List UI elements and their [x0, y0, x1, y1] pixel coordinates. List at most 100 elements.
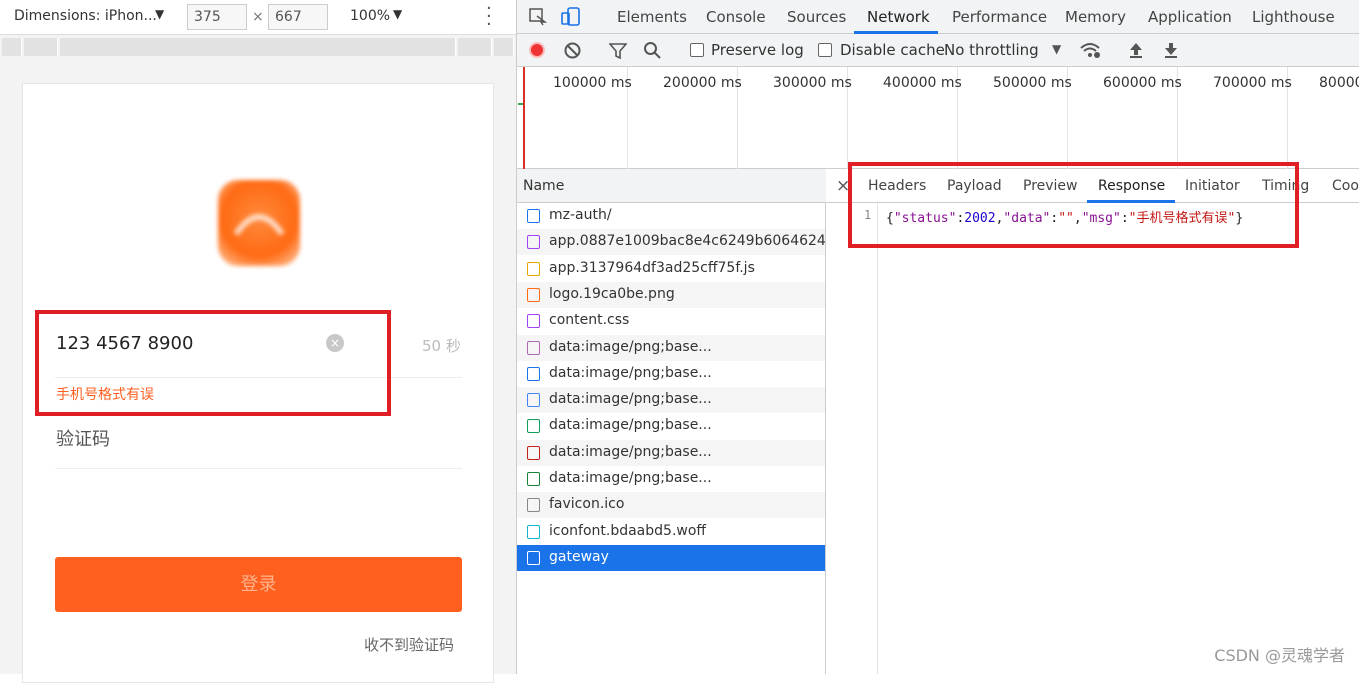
name-column-header[interactable]: Name	[517, 169, 826, 203]
disable-cache-label: Disable cache	[840, 41, 945, 59]
request-row[interactable]: data:image/png;base...	[517, 413, 825, 439]
request-name: logo.19ca0be.png	[549, 286, 675, 302]
highlight-box	[35, 310, 391, 416]
timeline-tick: 600000 ms	[1103, 75, 1182, 91]
chevron-down-icon[interactable]: ▼	[155, 7, 164, 21]
width-input[interactable]: 375	[187, 4, 247, 30]
request-name: app.0887e1009bac8e4c6249b6064624...	[549, 233, 825, 249]
download-icon[interactable]	[1163, 41, 1179, 59]
device-toggle-icon[interactable]	[561, 7, 581, 27]
upload-icon[interactable]	[1128, 41, 1144, 59]
request-bar	[518, 103, 523, 105]
request-name: mz-auth/	[549, 207, 612, 223]
divider	[55, 468, 462, 469]
image-icon	[527, 446, 540, 460]
logo-icon	[218, 180, 300, 266]
request-row[interactable]: app.3137964df3ad25cff75f.js	[517, 256, 825, 282]
request-row[interactable]: content.css	[517, 308, 825, 334]
timeline-tick: 500000 ms	[993, 75, 1072, 91]
document-icon	[527, 209, 540, 223]
file-icon	[527, 551, 540, 565]
image-icon	[527, 393, 540, 407]
chevron-down-icon[interactable]: ▼	[1052, 42, 1061, 56]
tab-cookies[interactable]: Coo	[1332, 178, 1359, 194]
timeline-tick: 700000 ms	[1213, 75, 1292, 91]
tab-console[interactable]: Console	[706, 8, 766, 26]
tab-sources[interactable]: Sources	[787, 8, 846, 26]
disable-cache-checkbox[interactable]	[818, 43, 832, 57]
request-name: data:image/png;base...	[549, 417, 712, 433]
image-icon	[527, 419, 540, 433]
timeline-tick: 400000 ms	[883, 75, 962, 91]
more-vert-icon[interactable]: ···	[486, 5, 492, 29]
request-row[interactable]: data:image/png;base...	[517, 335, 825, 361]
timeline-tick: 200000 ms	[663, 75, 742, 91]
tab-application[interactable]: Application	[1148, 8, 1232, 26]
request-row[interactable]: data:image/png;base...	[517, 361, 825, 387]
request-name: favicon.ico	[549, 496, 624, 512]
request-row[interactable]: app.0887e1009bac8e4c6249b6064624...	[517, 229, 825, 255]
preserve-log-label: Preserve log	[711, 41, 804, 59]
request-row[interactable]: gateway	[517, 545, 825, 571]
timeline-tick: 100000 ms	[553, 75, 632, 91]
file-icon	[527, 498, 540, 512]
tab-elements[interactable]: Elements	[617, 8, 687, 26]
image-icon	[527, 367, 540, 381]
height-input[interactable]: 667	[268, 4, 328, 30]
chevron-down-icon[interactable]: ▼	[393, 7, 402, 21]
tab-memory[interactable]: Memory	[1065, 8, 1126, 26]
tab-lighthouse[interactable]: Lighthouse	[1252, 8, 1335, 26]
request-name: data:image/png;base...	[549, 444, 712, 460]
search-icon[interactable]	[643, 41, 662, 60]
request-name: iconfont.bdaabd5.woff	[549, 523, 706, 539]
throttling-select[interactable]: No throttling	[944, 41, 1039, 59]
record-icon[interactable]	[529, 42, 545, 58]
watermark: CSDN @灵魂学者	[1214, 642, 1345, 666]
timeline-tick: 80000	[1319, 75, 1359, 91]
image-icon	[527, 472, 540, 486]
request-name: gateway	[549, 549, 609, 565]
request-row[interactable]: logo.19ca0be.png	[517, 282, 825, 308]
clear-icon[interactable]	[564, 42, 581, 59]
request-row[interactable]: data:image/png;base...	[517, 466, 825, 492]
stylesheet-icon	[527, 235, 540, 249]
request-name: data:image/png;base...	[549, 391, 712, 407]
tab-network[interactable]: Network	[867, 8, 930, 26]
preserve-log-checkbox[interactable]	[690, 43, 704, 57]
devtools-panel: Elements Console Sources Network Perform…	[516, 0, 1359, 674]
highlight-box	[848, 162, 1299, 248]
media-query-bar[interactable]	[0, 35, 516, 57]
request-name: data:image/png;base...	[549, 339, 712, 355]
network-conditions-icon[interactable]	[1079, 41, 1101, 59]
image-icon	[527, 288, 540, 302]
request-row[interactable]: data:image/png;base...	[517, 387, 825, 413]
device-pane: Dimensions: iPhon... ▼ 375 × 667 100% ▼ …	[0, 0, 516, 674]
request-row[interactable]: favicon.ico	[517, 492, 825, 518]
dimensions-select[interactable]: Dimensions: iPhon...	[14, 8, 157, 24]
timeline-tick: 300000 ms	[773, 75, 852, 91]
request-name: content.css	[549, 312, 629, 328]
no-code-link[interactable]: 收不到验证码	[364, 634, 454, 655]
request-row[interactable]: data:image/png;base...	[517, 440, 825, 466]
image-icon	[527, 341, 540, 355]
code-input[interactable]: 验证码	[56, 425, 110, 451]
request-row[interactable]: mz-auth/	[517, 203, 825, 229]
request-name: data:image/png;base...	[549, 365, 712, 381]
script-icon	[527, 262, 540, 276]
login-button[interactable]: 登录	[55, 557, 462, 612]
request-name: data:image/png;base...	[549, 470, 712, 486]
tab-performance[interactable]: Performance	[952, 8, 1047, 26]
devtools-tabbar: Elements Console Sources Network Perform…	[517, 0, 1359, 34]
request-list: Name mz-auth/app.0887e1009bac8e4c6249b60…	[517, 169, 826, 674]
network-timeline[interactable]: 100000 ms 200000 ms 300000 ms 400000 ms …	[517, 67, 1359, 169]
stylesheet-icon	[527, 314, 540, 328]
zoom-select[interactable]: 100%	[350, 8, 390, 24]
countdown-button[interactable]: 50 秒	[422, 335, 461, 356]
request-row[interactable]: iconfont.bdaabd5.woff	[517, 519, 825, 545]
filter-icon[interactable]	[609, 42, 627, 59]
load-marker	[523, 67, 525, 169]
font-icon	[527, 525, 540, 539]
app-logo	[218, 180, 300, 266]
inspect-icon[interactable]	[529, 8, 547, 26]
request-name: app.3137964df3ad25cff75f.js	[549, 260, 755, 276]
